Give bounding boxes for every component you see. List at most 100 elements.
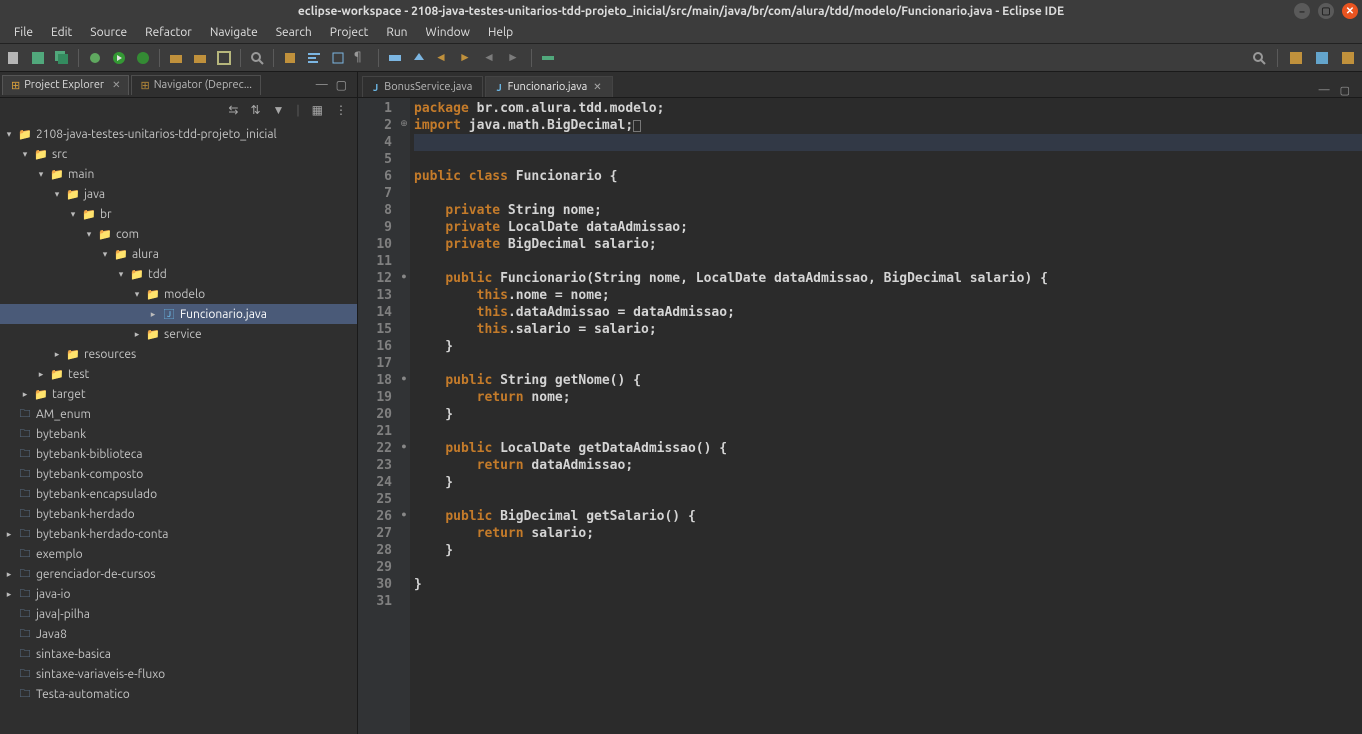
open-type-icon[interactable] (216, 50, 232, 66)
close-icon[interactable]: ✕ (593, 81, 601, 93)
tree-src[interactable]: ▾📁src (0, 144, 357, 164)
tree-project-root[interactable]: ▾📁2108-java-testes-unitarios-tdd-projeto… (0, 124, 357, 144)
tree-main[interactable]: ▾📁main (0, 164, 357, 184)
maximize-view-icon[interactable]: ▢ (336, 78, 347, 92)
tab-funcionario[interactable]: J Funcionario.java ✕ (485, 76, 612, 97)
save-all-icon[interactable] (54, 50, 70, 66)
menu-navigate[interactable]: Navigate (202, 24, 266, 41)
tree-bytebank-encapsulado[interactable]: ▸🗀bytebank-encapsulado (0, 484, 357, 504)
perspective-java-icon[interactable] (1314, 50, 1330, 66)
tree-test[interactable]: ▸📁test (0, 364, 357, 384)
coverage-icon[interactable] (135, 50, 151, 66)
step-icon[interactable] (387, 50, 403, 66)
tree-funcionario-file[interactable]: ▸🄹Funcionario.java (0, 304, 357, 324)
new-icon[interactable] (6, 50, 22, 66)
maximize-editor-icon[interactable]: ▢ (1340, 84, 1350, 97)
menu-refactor[interactable]: Refactor (137, 24, 200, 41)
step-into-icon[interactable] (411, 50, 427, 66)
tree-modelo[interactable]: ▾📁modelo (0, 284, 357, 304)
menu-file[interactable]: File (6, 24, 41, 41)
closed-project-icon: 🗀 (18, 427, 32, 441)
perspective-open-icon[interactable] (1288, 50, 1304, 66)
close-button[interactable]: ✕ (1342, 3, 1358, 19)
menu-source[interactable]: Source (82, 24, 135, 41)
window-titlebar: eclipse-workspace - 2108-java-testes-uni… (0, 0, 1362, 22)
link-editor-icon[interactable]: ⇅ (250, 103, 260, 117)
minimize-editor-icon[interactable]: — (1319, 84, 1330, 97)
tree-testa[interactable]: ▸🗀Testa-automatico (0, 684, 357, 704)
back-icon[interactable]: ◄ (435, 50, 451, 66)
new-package-icon[interactable] (168, 50, 184, 66)
tree-sintaxe-basica[interactable]: ▸🗀sintaxe-basica (0, 644, 357, 664)
debug-icon[interactable] (87, 50, 103, 66)
tree-exemplo[interactable]: ▸🗀exemplo (0, 544, 357, 564)
tree-resources[interactable]: ▸📁resources (0, 344, 357, 364)
tree-java-pilha[interactable]: ▸🗀java|-pilha (0, 604, 357, 624)
menu-window[interactable]: Window (418, 24, 478, 41)
quick-access-icon[interactable] (1251, 50, 1267, 66)
window-title: eclipse-workspace - 2108-java-testes-uni… (298, 5, 1064, 18)
minimize-view-icon[interactable]: — (316, 78, 328, 92)
closed-project-icon: 🗀 (18, 527, 32, 541)
perspective-debug-icon[interactable] (1340, 50, 1356, 66)
focus-icon[interactable]: ▦ (312, 103, 323, 117)
project-explorer-panel: ⊞ Project Explorer ✕ ⊞ Navigator (Deprec… (0, 72, 358, 734)
project-tree[interactable]: ▾📁2108-java-testes-unitarios-tdd-projeto… (0, 122, 357, 734)
tree-service[interactable]: ▸📁service (0, 324, 357, 344)
search-icon[interactable] (249, 50, 265, 66)
tree-am-enum[interactable]: ▸🗀AM_enum (0, 404, 357, 424)
run-icon[interactable] (111, 50, 127, 66)
tree-bytebank-biblioteca[interactable]: ▸🗀bytebank-biblioteca (0, 444, 357, 464)
closed-project-icon: 🗀 (18, 467, 32, 481)
tab-navigator-label: Navigator (Deprec... (154, 79, 252, 91)
forward2-icon[interactable]: ► (507, 50, 523, 66)
folder-icon: 📁 (34, 387, 48, 401)
marker-strip: ⊕●●●● (398, 98, 410, 734)
tree-gerenciador[interactable]: ▸🗀gerenciador-de-cursos (0, 564, 357, 584)
tree-java8[interactable]: ▸🗀Java8 (0, 624, 357, 644)
tree-tdd[interactable]: ▾📁tdd (0, 264, 357, 284)
menu-run[interactable]: Run (378, 24, 415, 41)
tree-java-io[interactable]: ▸🗀java-io (0, 584, 357, 604)
menu-edit[interactable]: Edit (43, 24, 80, 41)
folder-icon: 📁 (66, 187, 80, 201)
code-editor[interactable]: 1 2 4 5 6 7 8 9 10 11 12 13 14 15 16 17 … (358, 98, 1362, 734)
close-icon[interactable]: ✕ (112, 79, 120, 91)
tab-navigator[interactable]: ⊞ Navigator (Deprec... (131, 75, 260, 95)
menu-search[interactable]: Search (268, 24, 320, 41)
menu-project[interactable]: Project (322, 24, 377, 41)
view-menu-icon[interactable]: ⋮ (335, 103, 347, 117)
tree-bytebank-herdado[interactable]: ▸🗀bytebank-herdado (0, 504, 357, 524)
save-icon[interactable] (30, 50, 46, 66)
toggle-comment-icon[interactable] (282, 50, 298, 66)
tree-target[interactable]: ▸📁target (0, 384, 357, 404)
format-icon[interactable] (306, 50, 322, 66)
tree-br[interactable]: ▾📁br (0, 204, 357, 224)
package-icon: ⊞ (11, 79, 20, 92)
minimize-button[interactable]: – (1294, 3, 1310, 19)
pilcrow-icon[interactable]: ¶ (354, 50, 370, 66)
tab-bonus-label: BonusService.java (384, 81, 472, 93)
collapse-all-icon[interactable]: ⇆ (228, 103, 238, 117)
tab-bonus-service[interactable]: J BonusService.java (362, 76, 483, 97)
tree-sintaxe-variaveis[interactable]: ▸🗀sintaxe-variaveis-e-fluxo (0, 664, 357, 684)
tree-com[interactable]: ▾📁com (0, 224, 357, 244)
code-content[interactable]: package br.com.alura.tdd.modelo; import … (410, 98, 1362, 734)
menu-help[interactable]: Help (480, 24, 521, 41)
folder-icon: 📁 (114, 247, 128, 261)
tree-alura[interactable]: ▾📁alura (0, 244, 357, 264)
pin-icon[interactable] (540, 50, 556, 66)
maximize-button[interactable]: ▢ (1318, 3, 1334, 19)
folder-icon: 📁 (34, 147, 48, 161)
filter-icon[interactable]: ▼ (273, 103, 285, 117)
tree-java[interactable]: ▾📁java (0, 184, 357, 204)
tree-bytebank[interactable]: ▸🗀bytebank (0, 424, 357, 444)
explorer-toolbar: ⇆ ⇅ ▼ | ▦ ⋮ (0, 98, 357, 122)
block-icon[interactable] (330, 50, 346, 66)
new-class-icon[interactable] (192, 50, 208, 66)
tree-bytebank-composto[interactable]: ▸🗀bytebank-composto (0, 464, 357, 484)
forward-icon[interactable]: ► (459, 50, 475, 66)
tree-bytebank-herdado-conta[interactable]: ▸🗀bytebank-herdado-conta (0, 524, 357, 544)
back2-icon[interactable]: ◄ (483, 50, 499, 66)
tab-project-explorer[interactable]: ⊞ Project Explorer ✕ (2, 75, 129, 95)
